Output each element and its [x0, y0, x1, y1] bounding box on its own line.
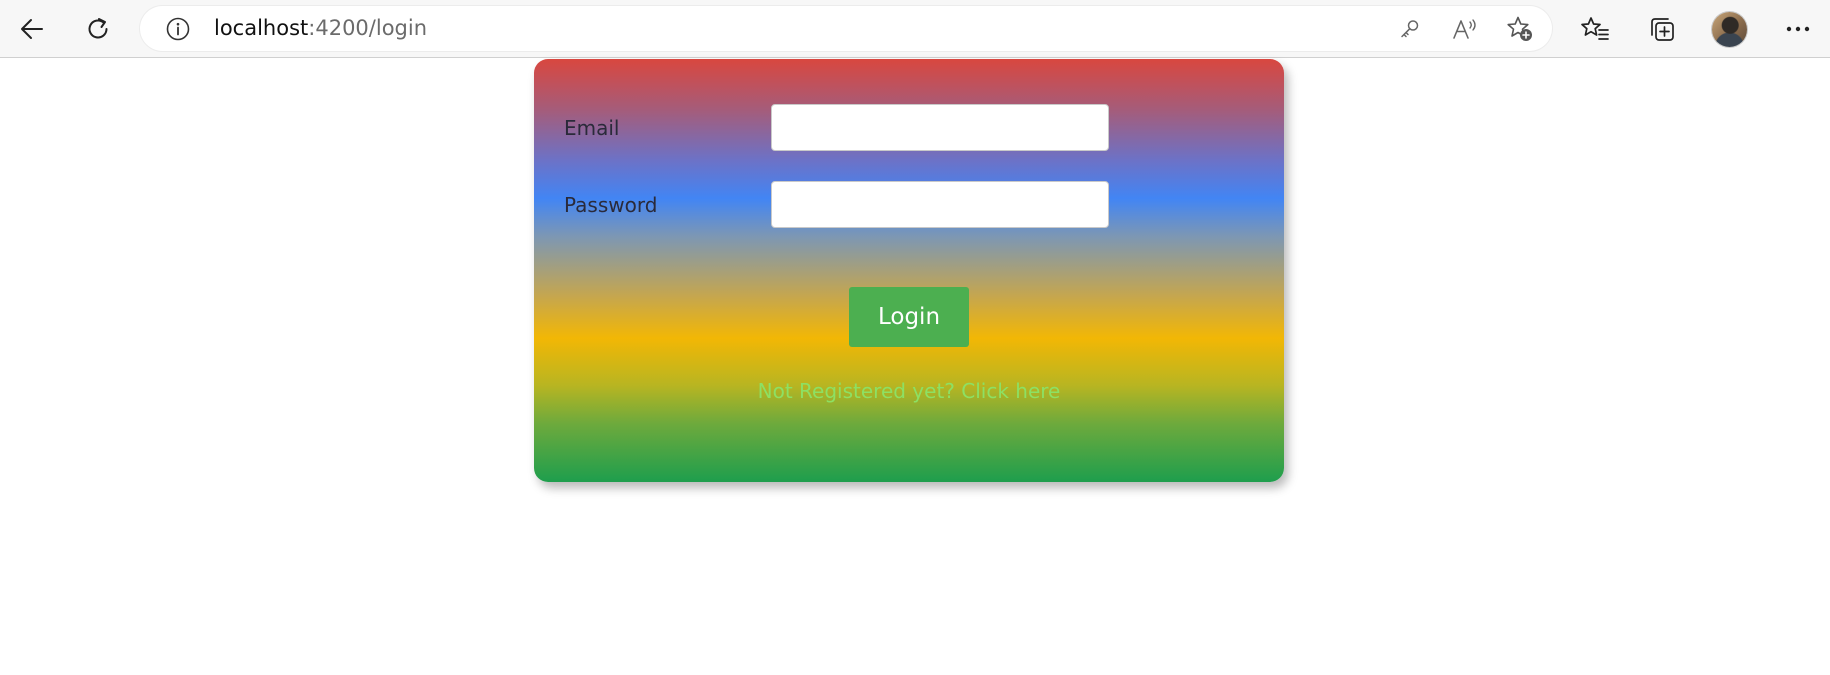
address-bar[interactable]: localhost:4200/login — [140, 6, 1552, 51]
browser-toolbar: localhost:4200/login — [0, 0, 1830, 58]
info-icon[interactable] — [164, 15, 192, 43]
favorites-icon[interactable] — [1575, 9, 1615, 49]
login-button[interactable]: Login — [849, 287, 969, 347]
key-icon[interactable] — [1395, 14, 1425, 44]
email-field[interactable] — [771, 104, 1109, 151]
login-card: Email Password Login Not Registered yet?… — [534, 59, 1284, 482]
more-options-icon[interactable] — [1778, 9, 1818, 49]
profile-avatar[interactable] — [1712, 12, 1747, 47]
add-favorite-icon[interactable] — [1505, 14, 1535, 44]
email-label: Email — [564, 116, 620, 140]
refresh-icon[interactable] — [78, 9, 118, 49]
url-path: :4200/login — [308, 16, 428, 40]
register-link[interactable]: Not Registered yet? Click here — [534, 379, 1284, 403]
password-label: Password — [564, 193, 658, 217]
collections-icon[interactable] — [1642, 9, 1682, 49]
url-host: localhost — [214, 16, 309, 40]
url-text[interactable]: localhost:4200/login — [214, 6, 427, 51]
back-arrow-icon[interactable] — [12, 9, 52, 49]
read-aloud-icon[interactable] — [1450, 14, 1480, 44]
password-field[interactable] — [771, 181, 1109, 228]
